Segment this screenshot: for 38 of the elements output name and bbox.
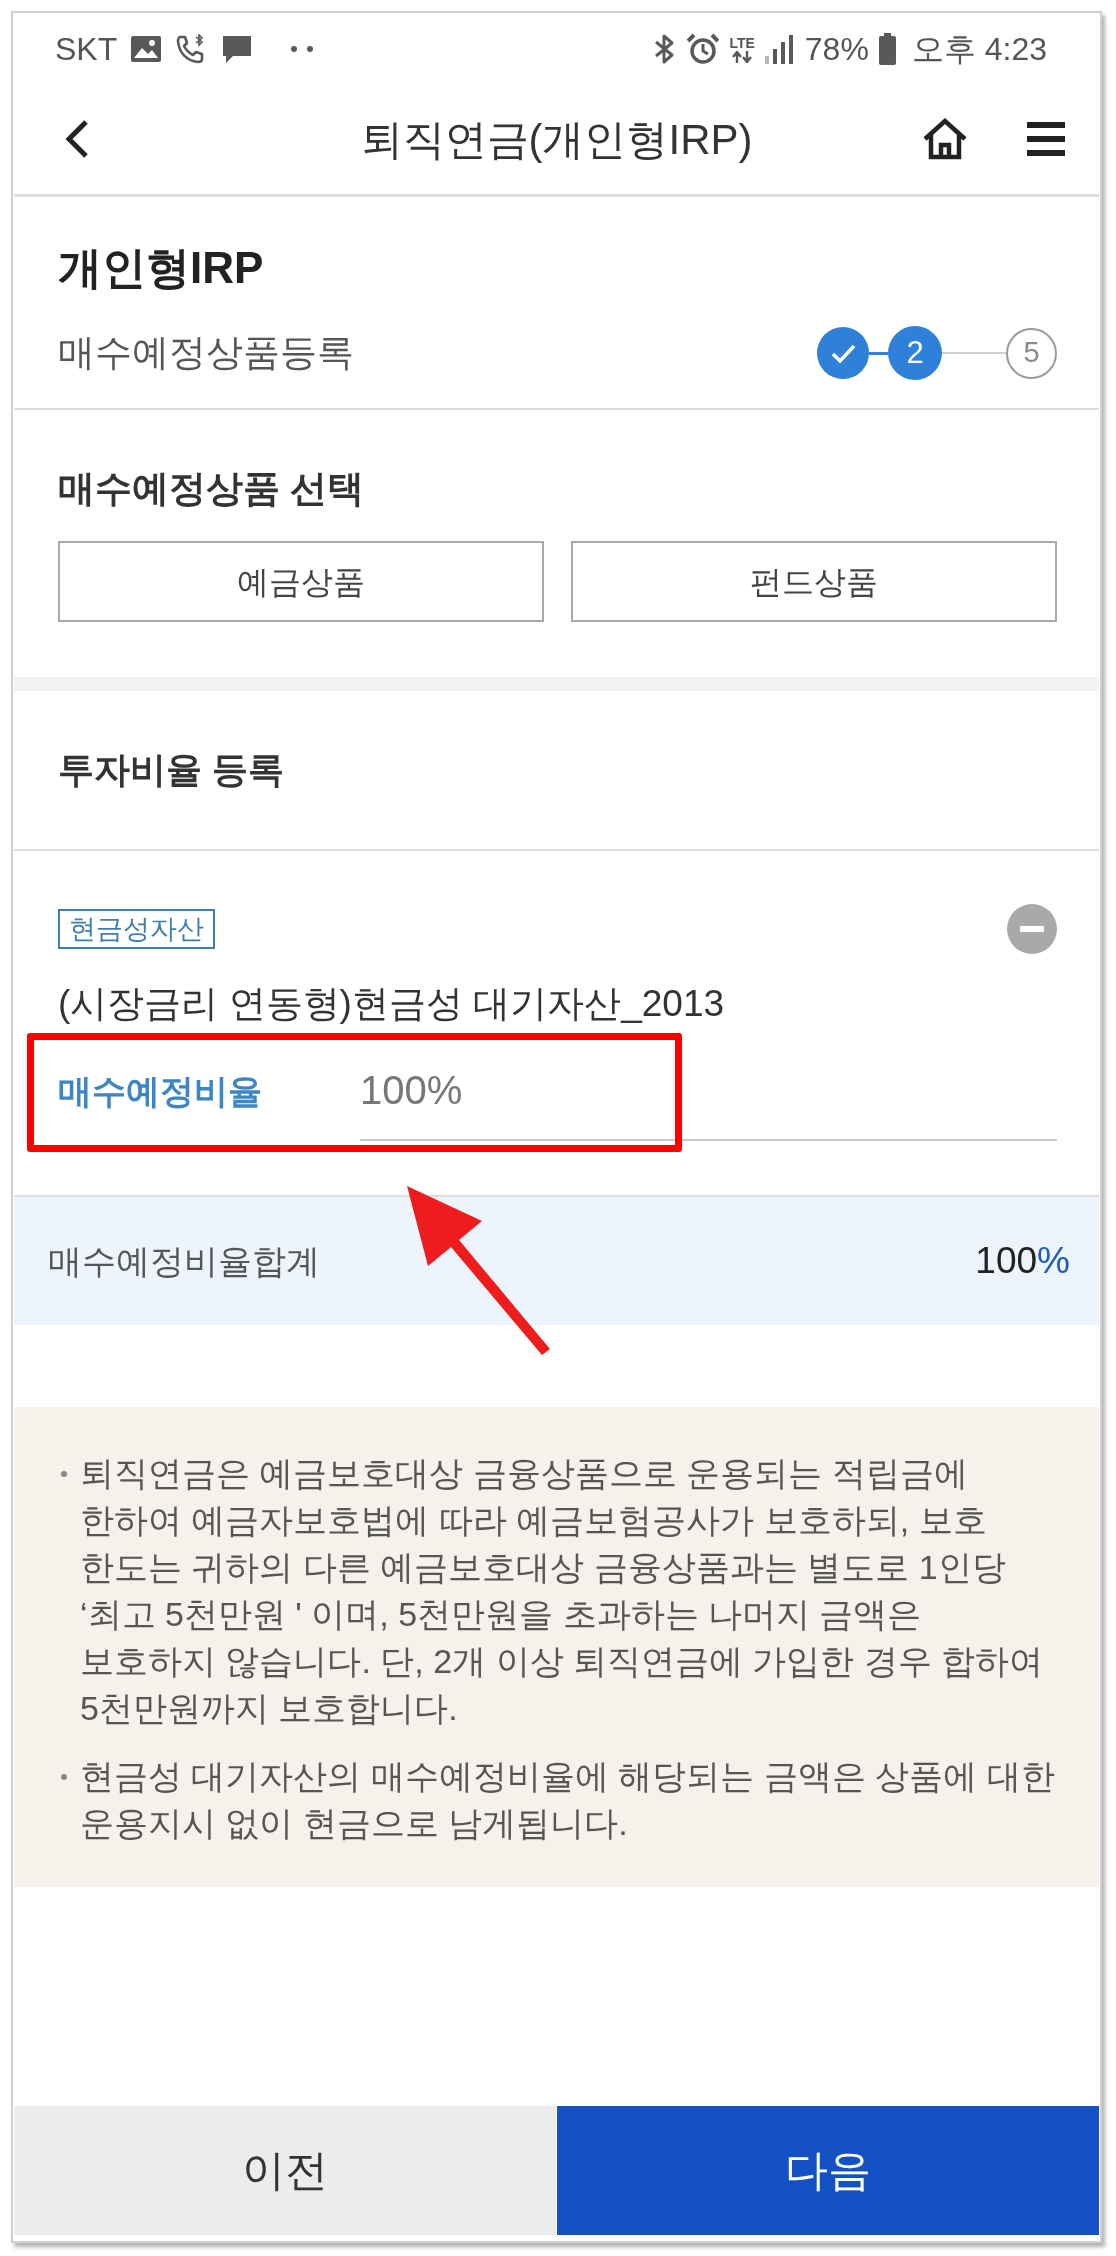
- clock-time: 오후 4:23: [911, 33, 1047, 65]
- category-tag: 현금성자산: [58, 909, 215, 949]
- product-title: 개인형IRP: [58, 243, 265, 293]
- alarm-clock-icon: [687, 33, 720, 65]
- footer-button[interactable]: 다음: [557, 2106, 1099, 2235]
- battery-icon: [878, 33, 896, 65]
- total-value: 100%: [975, 1239, 1070, 1284]
- section-heading: 투자비율 등록: [58, 748, 285, 792]
- bullet-icon: [61, 1471, 67, 1477]
- bullet-icon: [61, 1774, 67, 1780]
- network-type-label: LTE: [729, 35, 755, 51]
- image-icon: [131, 36, 162, 62]
- notice-text: 퇴직연금은 예금보호대상 금융상품으로 운용되는 적립금에 한하여 예금자보호법에 따라 예금보험공사가 보호하되, 보호 한도는 귀하의 다른 예금보호대상 금융상품과는 별도로 1인당 ‘최고 5천만원 ' 이며, 5천만원을 초과하는 나머지 금액은 보호하지 않습니다. 단, 2개 이상 퇴직연금에 가입한 경우 합하여 5천만원까지 보호합니다.: [80, 1453, 1045, 1729]
- data-arrows-icon: [731, 50, 754, 63]
- step-connector: [869, 351, 888, 355]
- section-heading: 매수예정상품 선택: [58, 467, 366, 511]
- battery-percent: 78%: [804, 33, 869, 65]
- current-step-number: 2: [888, 326, 942, 380]
- notice-text: 현금성 대기자산의 매수예정비율에 해당되는 금액은 상품에 대한 운용지시 없이 현금으로 남게됩니다.: [80, 1756, 1056, 1844]
- carrier-label: SKT: [55, 33, 118, 65]
- footer-button[interactable]: 이전: [14, 2106, 556, 2235]
- product-type-button[interactable]: 펀드상품: [571, 541, 1057, 622]
- more-dots-icon: [291, 46, 314, 52]
- ratio-input[interactable]: 100%: [360, 1041, 1057, 1141]
- header-title: 퇴직연금(개인형IRP): [359, 114, 754, 165]
- product-type-button[interactable]: 예금상품: [58, 541, 544, 622]
- step-number: 5: [1006, 327, 1057, 379]
- menu-icon: [1027, 122, 1065, 156]
- back-chevron-icon: [64, 119, 90, 159]
- home-icon: [923, 118, 967, 160]
- minus-circle-icon: [1007, 904, 1057, 954]
- total-label: 매수예정비율합계: [48, 1240, 320, 1282]
- product-name: (시장금리 연동형)현금성 대기자산_2013: [58, 982, 726, 1026]
- product-subtitle: 매수예정상품등록: [58, 331, 354, 376]
- step-connector: [942, 352, 1006, 354]
- signal-icon: [764, 34, 795, 64]
- message-icon: [221, 34, 254, 64]
- ratio-label: 매수예정비율: [58, 1070, 263, 1112]
